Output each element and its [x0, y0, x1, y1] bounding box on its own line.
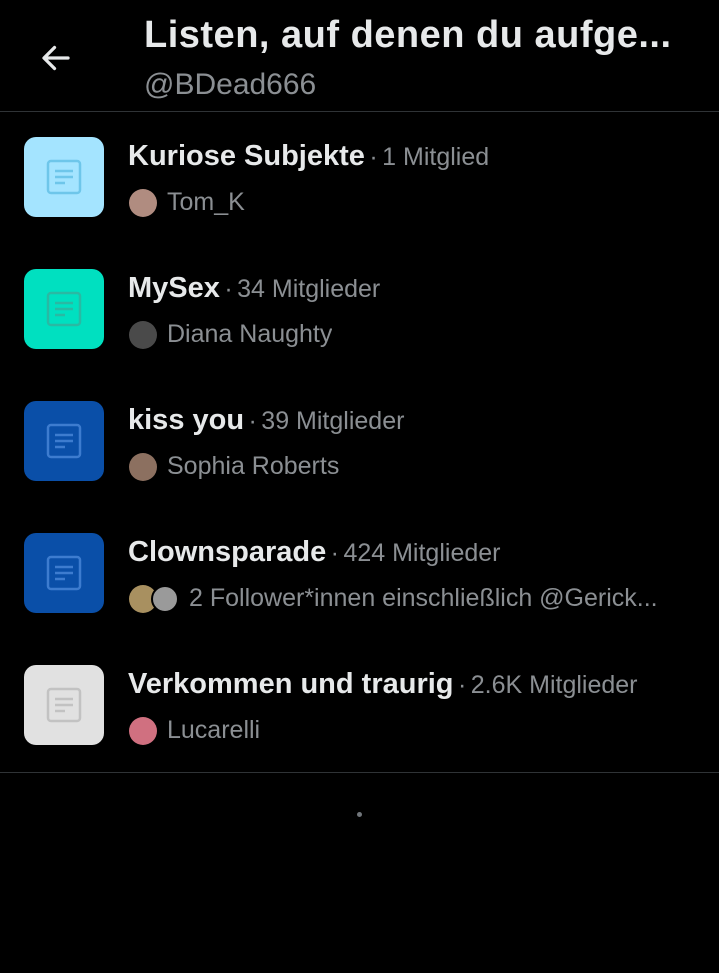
separator-dot: · — [457, 671, 467, 699]
separator-dot: · — [224, 275, 233, 303]
avatar-group — [129, 320, 157, 349]
list-owner-row: Diana Naughty — [129, 320, 332, 349]
list-owner-row: Sophia Roberts — [129, 452, 339, 481]
avatar — [129, 716, 157, 745]
list-name: Clownsparade — [128, 536, 327, 568]
list-document-icon — [46, 159, 82, 195]
list-title-row: Kuriose Subjekte · 1 Mitglied — [128, 140, 489, 173]
list-name: Kuriose Subjekte — [128, 140, 365, 172]
list-title-row: Clownsparade · 424 Mitglieder — [128, 536, 500, 569]
list-title-row: kiss you · 39 Mitglieder — [128, 404, 404, 437]
list-name: MySex — [128, 272, 220, 304]
list-owner-row: 2 Follower*innen einschließlich @Gerick.… — [129, 584, 658, 613]
list-owner: Sophia Roberts — [167, 452, 340, 480]
member-count: 2.6K Mitglieder — [470, 671, 638, 699]
list-owner: Lucarelli — [167, 716, 261, 744]
list-item[interactable]: kiss you · 39 Mitglieder Sophia Roberts — [0, 376, 719, 508]
list-icon — [24, 401, 104, 481]
list-title-row: MySex · 34 Mitglieder — [128, 272, 380, 305]
account-handle: @BDead666 — [144, 68, 317, 101]
avatar — [129, 188, 157, 217]
list-icon — [24, 137, 104, 217]
list-document-icon — [46, 291, 82, 327]
separator-dot: · — [369, 143, 378, 171]
list-document-icon — [46, 423, 82, 459]
list-icon — [24, 533, 104, 613]
avatar — [151, 584, 179, 613]
list-owner: Diana Naughty — [167, 320, 333, 348]
avatar-group — [129, 716, 157, 745]
member-count: 39 Mitglieder — [261, 407, 405, 435]
arrow-left-icon — [42, 45, 70, 71]
avatar — [129, 320, 157, 349]
list-owner-row: Lucarelli — [129, 716, 260, 745]
avatar-group — [129, 452, 157, 481]
list-document-icon — [46, 555, 82, 591]
loading-indicator — [357, 812, 362, 817]
list-owner-row: Tom_K — [129, 188, 245, 217]
list-icon — [24, 269, 104, 349]
list-owner: 2 Follower*innen einschließlich @Gerick.… — [189, 584, 658, 612]
member-count: 1 Mitglied — [382, 143, 490, 171]
list-item[interactable]: Clownsparade · 424 Mitglieder 2 Follower… — [0, 508, 719, 640]
list-item[interactable]: Kuriose Subjekte · 1 Mitglied Tom_K — [0, 112, 719, 244]
avatar-group — [129, 188, 157, 217]
list-item[interactable]: MySex · 34 Mitglieder Diana Naughty — [0, 244, 719, 376]
list-document-icon — [46, 687, 82, 723]
member-count: 34 Mitglieder — [237, 275, 381, 303]
top-bar: Listen, auf denen du aufge... @BDead666 — [0, 0, 719, 112]
avatar — [129, 452, 157, 481]
page-title: Listen, auf denen du aufge... — [144, 14, 672, 56]
list-name: Verkommen und traurig — [128, 668, 454, 700]
back-button[interactable] — [32, 34, 80, 82]
avatar-group — [129, 584, 179, 613]
list-owner: Tom_K — [167, 188, 245, 216]
member-count: 424 Mitglieder — [343, 539, 501, 567]
list-title-row: Verkommen und traurig · 2.6K Mitglieder — [128, 668, 638, 701]
list-item[interactable]: Verkommen und traurig · 2.6K Mitglieder … — [0, 640, 719, 772]
separator-dot: · — [330, 539, 339, 567]
list-icon — [24, 665, 104, 745]
lists-container: Kuriose Subjekte · 1 Mitglied Tom_K MySe… — [0, 112, 719, 773]
separator-dot: · — [248, 407, 257, 435]
list-name: kiss you — [128, 404, 245, 436]
